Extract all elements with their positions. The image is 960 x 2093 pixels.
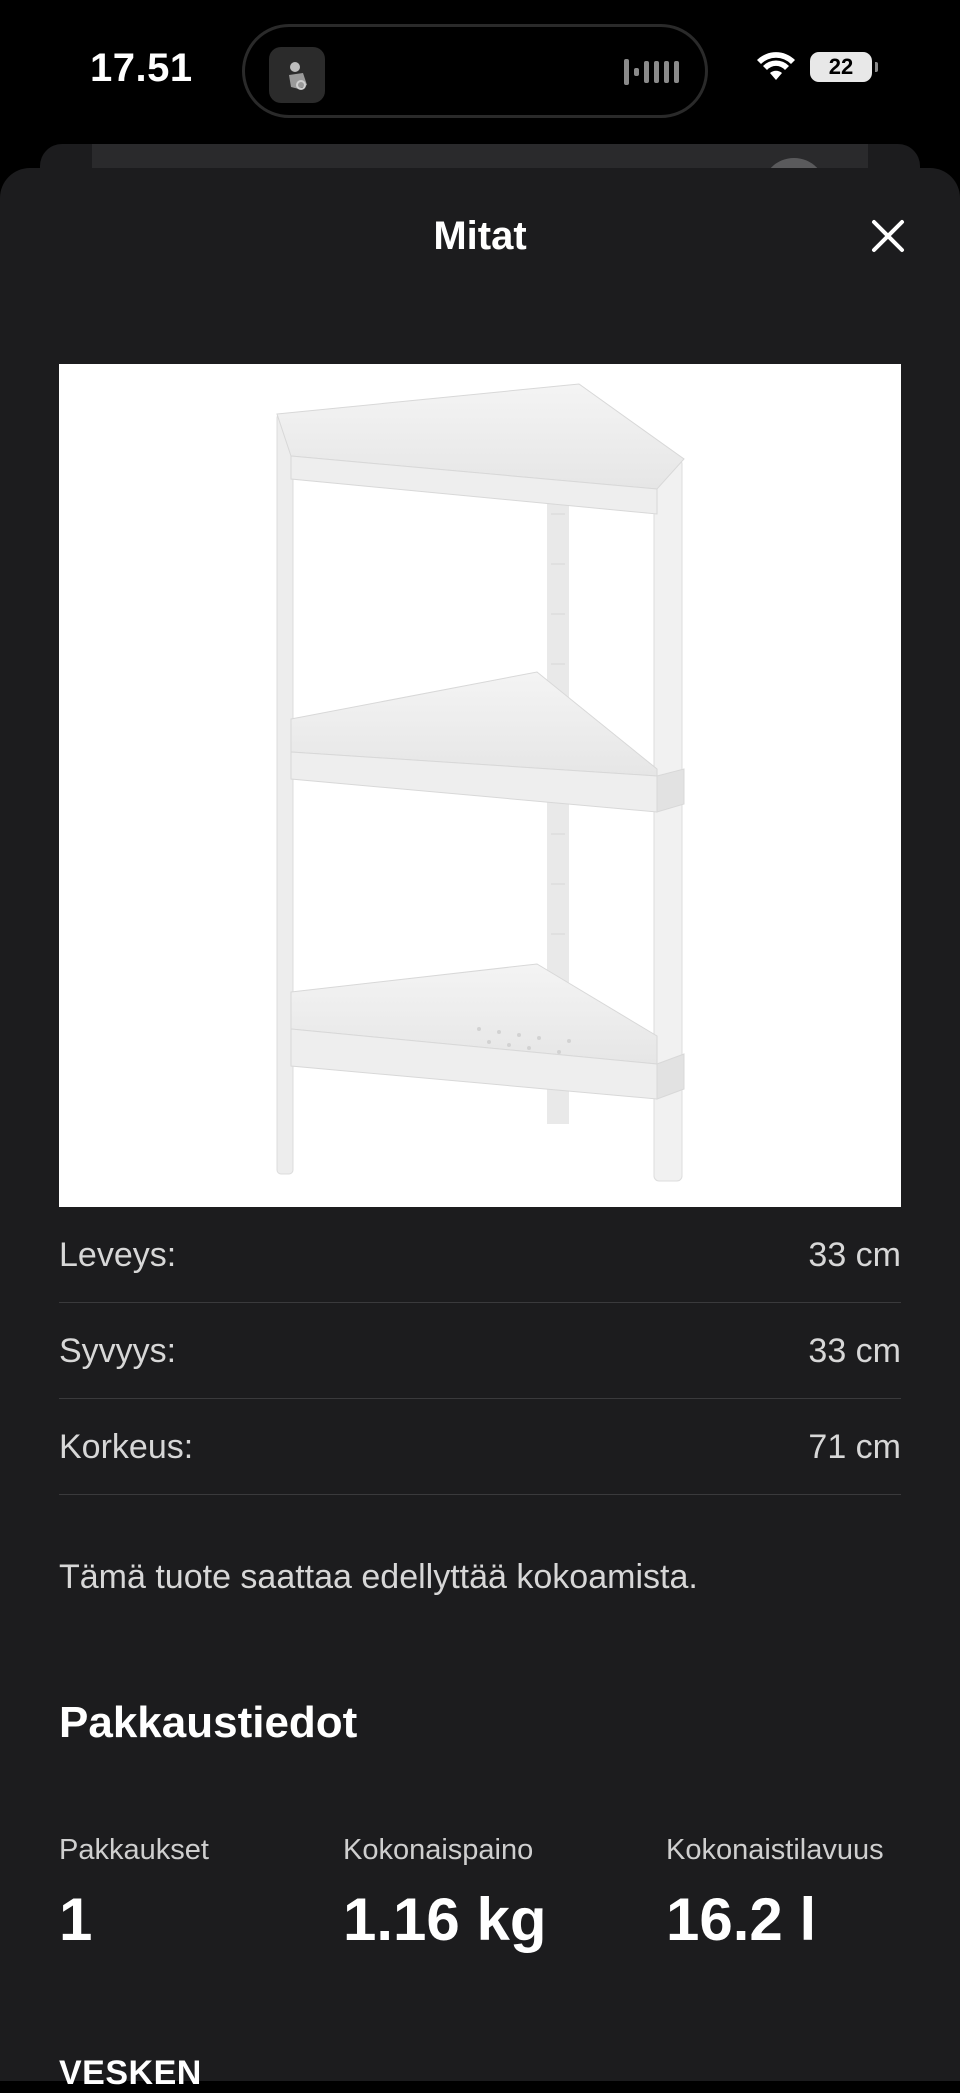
close-button[interactable] [864, 212, 912, 260]
stat-total-volume: Kokonaistilavuus 16.2 l [666, 1834, 884, 1954]
battery-tip [875, 62, 878, 72]
dimension-row-height: Korkeus: 71 cm [59, 1399, 901, 1495]
battery-icon: 22 [810, 52, 878, 82]
assembly-note: Tämä tuote saattaa edellyttää kokoamista… [59, 1558, 698, 1596]
corner-shelf-illustration [276, 383, 685, 1182]
wifi-icon [757, 52, 795, 80]
stat-total-weight: Kokonaispaino 1.16 kg [343, 1834, 546, 1954]
product-name: VESKEN [59, 2054, 202, 2092]
stat-value: 1.16 kg [343, 1886, 547, 1953]
audio-waveform-icon [624, 59, 679, 85]
stat-packages: Pakkaukset 1 [59, 1834, 209, 1954]
dimension-value: 33 cm [808, 1332, 901, 1370]
dimension-row-width: Leveys: 33 cm [59, 1207, 901, 1303]
status-icons: 22 [756, 52, 878, 82]
battery-level: 22 [828, 54, 854, 79]
dynamic-island[interactable] [242, 24, 708, 118]
product-image [59, 364, 901, 1207]
stat-value: 16.2 l [666, 1886, 817, 1953]
dimension-value: 33 cm [808, 1236, 901, 1274]
dimensions-sheet: Mitat Leveys: 33 cm Syvyys: 33 cm Korkeu… [0, 168, 960, 2092]
dimension-label: Korkeus: [59, 1428, 194, 1466]
sheet-title: Mitat [433, 214, 527, 258]
stat-value: 1 [59, 1886, 93, 1953]
packaging-heading: Pakkaustiedot [59, 1698, 358, 1747]
status-time: 17.51 [90, 46, 193, 90]
stat-label: Pakkaukset [59, 1834, 209, 1866]
close-icon [872, 220, 904, 252]
dimension-label: Leveys: [59, 1236, 177, 1274]
dimension-value: 71 cm [808, 1428, 901, 1466]
dimension-label: Syvyys: [59, 1332, 177, 1370]
stat-label: Kokonaistilavuus [666, 1834, 884, 1866]
dimensions-list: Leveys: 33 cm Syvyys: 33 cm Korkeus: 71 … [59, 1207, 901, 1495]
stat-label: Kokonaispaino [343, 1834, 534, 1866]
status-bar: 17.51 22 [0, 0, 960, 140]
album-art-icon [269, 47, 325, 103]
dimension-row-depth: Syvyys: 33 cm [59, 1303, 901, 1399]
